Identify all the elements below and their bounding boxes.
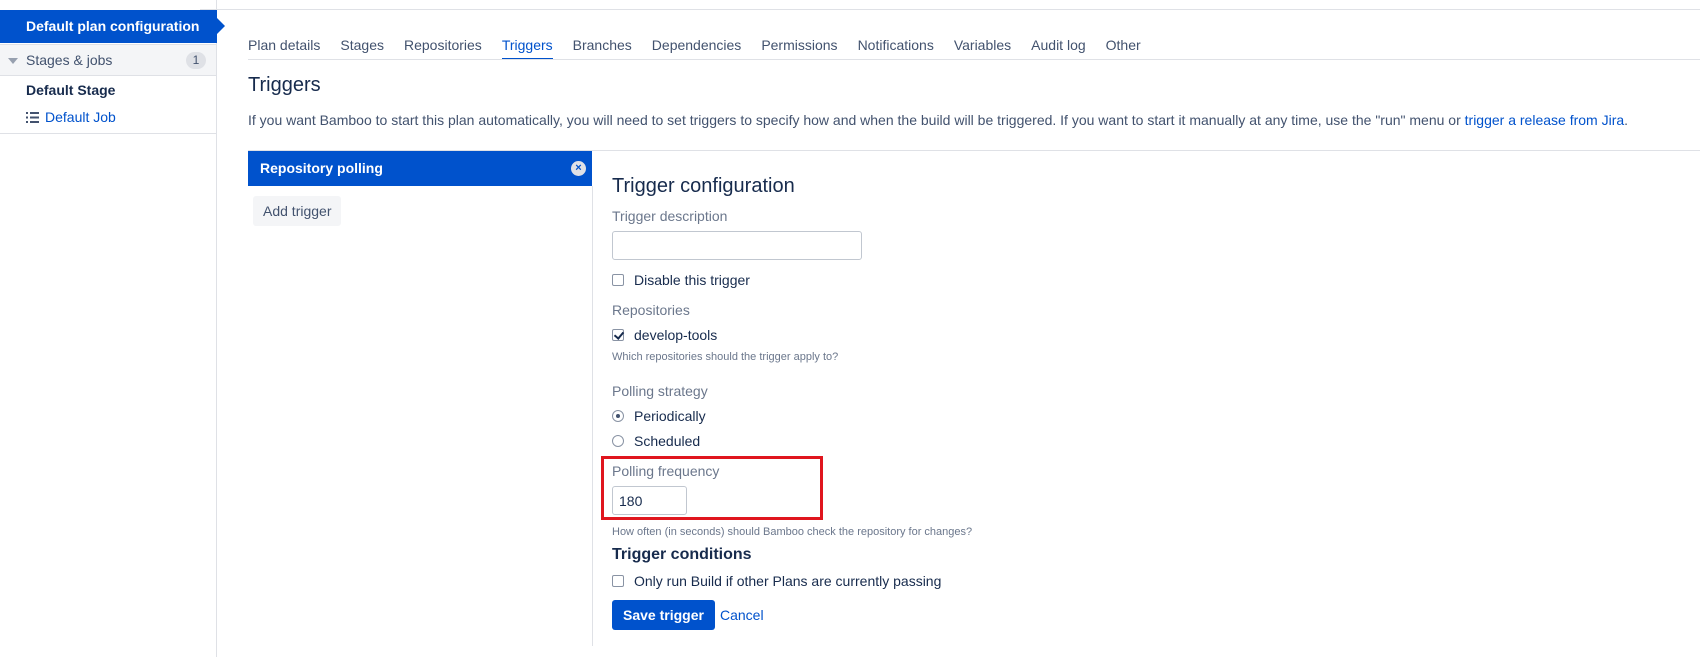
repositories-help: Which repositories should the trigger ap… [612, 351, 839, 363]
sidebar-item-stages-jobs[interactable]: Stages & jobs 1 [0, 44, 216, 76]
highlight-box [601, 456, 823, 520]
scheduled-radio[interactable] [612, 435, 624, 447]
sidebar-item-default-plan-configuration[interactable]: Default plan configuration [0, 10, 225, 43]
sidebar: Default plan configuration Stages & jobs… [0, 0, 225, 657]
intro-text-end: . [1624, 112, 1629, 128]
tabs-divider [248, 59, 1700, 60]
repository-row[interactable]: develop-tools [612, 327, 717, 343]
list-icon [26, 110, 39, 126]
strategy-scheduled-row[interactable]: Scheduled [612, 433, 700, 449]
add-trigger-button[interactable]: Add trigger [253, 196, 342, 226]
condition-label: Only run Build if other Plans are curren… [634, 573, 942, 589]
scheduled-label: Scheduled [634, 433, 701, 449]
sidebar-item-label: Default plan configuration [26, 18, 200, 34]
condition-checkbox[interactable] [612, 575, 624, 587]
stages-count-badge: 1 [186, 52, 206, 69]
tab-notifications[interactable]: Notifications [858, 30, 934, 60]
sidebar-stage-default[interactable]: Default Stage [26, 82, 115, 98]
disable-trigger-checkbox[interactable] [612, 274, 624, 286]
sidebar-job-default[interactable]: Default Job [26, 109, 116, 126]
condition-row[interactable]: Only run Build if other Plans are curren… [612, 573, 941, 589]
trigger-release-from-jira-link[interactable]: trigger a release from Jira [1465, 112, 1625, 128]
repository-checkbox[interactable] [612, 329, 624, 341]
polling-strategy-label: Polling strategy [612, 383, 708, 399]
plan-tabs: Plan details Stages Repositories Trigger… [248, 30, 1161, 60]
trigger-conditions-title: Trigger conditions [612, 546, 752, 563]
top-divider [200, 9, 1700, 10]
sidebar-divider [0, 133, 216, 134]
tab-repositories[interactable]: Repositories [404, 30, 482, 60]
repositories-label: Repositories [612, 302, 690, 318]
page-title: Triggers [248, 74, 321, 96]
tab-permissions[interactable]: Permissions [761, 30, 837, 60]
periodically-radio[interactable] [612, 410, 624, 422]
tab-branches[interactable]: Branches [573, 30, 632, 60]
intro-text: If you want Bamboo to start this plan au… [248, 112, 1628, 128]
trigger-description-input[interactable] [612, 231, 862, 260]
tab-stages[interactable]: Stages [340, 30, 384, 60]
disable-trigger-row[interactable]: Disable this trigger [612, 272, 750, 288]
tab-triggers[interactable]: Triggers [501, 30, 553, 60]
sidebar-job-label: Default Job [45, 109, 116, 125]
tab-dependencies[interactable]: Dependencies [652, 30, 742, 60]
close-icon[interactable]: × [571, 161, 586, 176]
tab-plan-details[interactable]: Plan details [248, 30, 320, 60]
cancel-link[interactable]: Cancel [720, 607, 764, 623]
trigger-config-title: Trigger configuration [612, 175, 795, 197]
sidebar-item-label: Stages & jobs [26, 52, 113, 68]
trigger-item-repository-polling[interactable]: Repository polling × [248, 151, 592, 186]
polling-frequency-help: How often (in seconds) should Bamboo che… [612, 526, 973, 538]
strategy-periodically-row[interactable]: Periodically [612, 408, 706, 424]
save-trigger-button[interactable]: Save trigger [612, 600, 715, 630]
intro-text-body: If you want Bamboo to start this plan au… [248, 112, 1465, 128]
repository-name: develop-tools [634, 327, 718, 343]
tab-variables[interactable]: Variables [954, 30, 1011, 60]
config-divider [592, 186, 593, 646]
tab-audit-log[interactable]: Audit log [1031, 30, 1085, 60]
trigger-description-label: Trigger description [612, 208, 728, 224]
periodically-label: Periodically [634, 408, 706, 424]
caret-down-icon[interactable] [8, 58, 18, 64]
trigger-item-label: Repository polling [260, 160, 383, 176]
disable-trigger-label: Disable this trigger [634, 272, 750, 288]
tab-other[interactable]: Other [1106, 30, 1141, 60]
